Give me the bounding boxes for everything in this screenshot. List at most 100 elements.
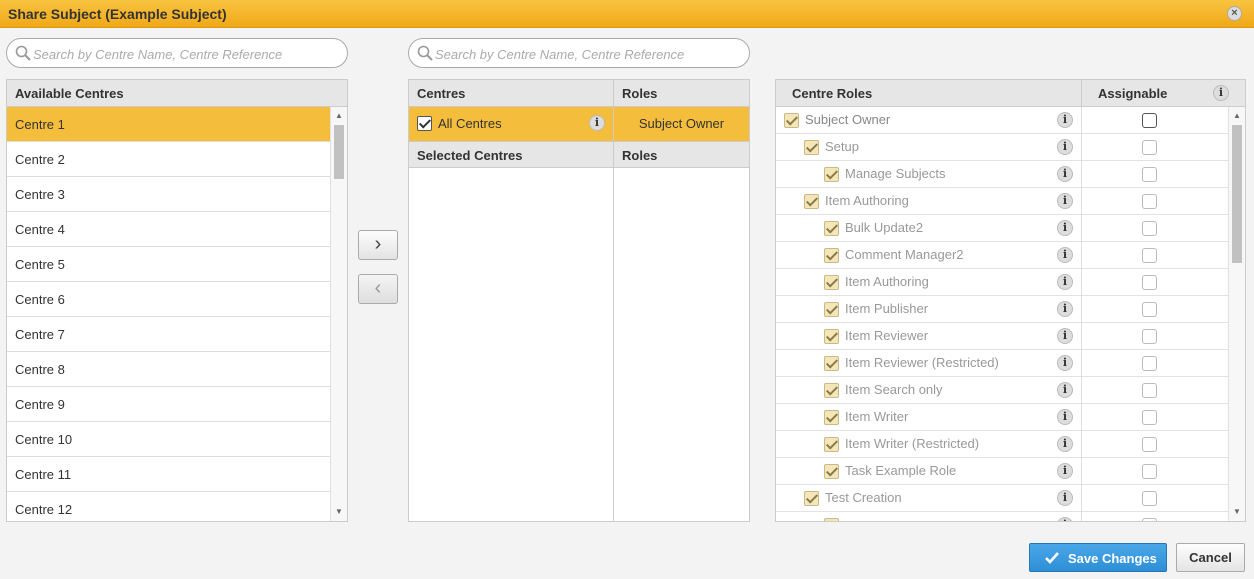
selected-search-box[interactable]	[408, 38, 750, 68]
available-search-input[interactable]	[33, 45, 333, 63]
info-icon[interactable]: i	[1057, 409, 1073, 425]
role-checkbox	[824, 302, 839, 317]
cancel-button[interactable]: Cancel	[1176, 543, 1245, 572]
assignable-checkbox[interactable]	[1142, 275, 1157, 290]
info-icon[interactable]: i	[1057, 112, 1073, 128]
list-item[interactable]: Centre 5	[7, 247, 330, 282]
role-label: Item Reviewer	[845, 328, 929, 343]
assignable-checkbox[interactable]	[1142, 437, 1157, 452]
list-item[interactable]: Centre 6	[7, 282, 330, 317]
selected-centres-header: Selected Centres Roles	[409, 141, 749, 168]
assignable-checkbox[interactable]	[1142, 383, 1157, 398]
roles-column-header: Roles	[622, 86, 658, 101]
available-centres-header: Available Centres	[7, 80, 347, 107]
centres-roles-header: Centres Roles	[409, 80, 749, 107]
role-row: Comment Manager2 i	[776, 242, 1228, 269]
list-item[interactable]: Centre 11	[7, 457, 330, 492]
info-icon[interactable]: i	[1057, 463, 1073, 479]
info-icon[interactable]: i	[1057, 166, 1073, 182]
centre-roles-list: Subject Owner i Setup i Manage Subjects i Item…	[776, 107, 1228, 521]
assignable-checkbox[interactable]	[1142, 518, 1157, 521]
assignable-checkbox[interactable]	[1142, 464, 1157, 479]
role-row: Item Authoring i	[776, 269, 1228, 296]
list-item[interactable]: Centre 3	[7, 177, 330, 212]
assignable-checkbox[interactable]	[1142, 140, 1157, 155]
info-icon[interactable]: i	[1057, 436, 1073, 452]
assignable-checkbox[interactable]	[1142, 410, 1157, 425]
role-row: Item Reviewer i	[776, 323, 1228, 350]
scroll-thumb[interactable]	[1232, 125, 1242, 263]
add-centre-button[interactable]: ›	[358, 230, 398, 260]
role-row: Item Search only i	[776, 377, 1228, 404]
list-item[interactable]: Centre 8	[7, 352, 330, 387]
assignable-checkbox[interactable]	[1142, 329, 1157, 344]
scroll-up-icon[interactable]: ▲	[1229, 109, 1245, 123]
info-icon[interactable]: i	[1057, 301, 1073, 317]
role-label: Item Authoring	[825, 193, 909, 208]
role-row: Item Publisher i	[776, 296, 1228, 323]
assignable-checkbox[interactable]	[1142, 356, 1157, 371]
assignable-checkbox[interactable]	[1142, 491, 1157, 506]
role-label: Task Example Role	[845, 463, 957, 478]
selected-search-input[interactable]	[435, 45, 735, 63]
info-icon[interactable]: i	[1057, 274, 1073, 290]
role-row: Subject Owner i	[776, 107, 1228, 134]
role-row: Test Creation i	[776, 485, 1228, 512]
role-checkbox	[804, 491, 819, 506]
role-checkbox	[824, 464, 839, 479]
assignable-checkbox[interactable]	[1142, 113, 1157, 128]
role-checkbox	[824, 221, 839, 236]
role-label: Subject Owner	[805, 112, 891, 127]
scroll-down-icon[interactable]: ▼	[1229, 505, 1245, 519]
dialog-titlebar: Share Subject (Example Subject) ×	[0, 0, 1254, 28]
info-icon[interactable]: i	[1057, 139, 1073, 155]
info-icon[interactable]: i	[1057, 517, 1073, 521]
assignable-checkbox[interactable]	[1142, 194, 1157, 209]
role-row: Setup i	[776, 134, 1228, 161]
all-centres-role[interactable]: Subject Owner	[614, 107, 749, 141]
scroll-up-icon[interactable]: ▲	[331, 109, 347, 123]
assignable-checkbox[interactable]	[1142, 302, 1157, 317]
info-icon[interactable]: i	[1057, 328, 1073, 344]
role-checkbox	[804, 140, 819, 155]
list-item[interactable]: Centre 10	[7, 422, 330, 457]
available-search-box[interactable]	[6, 38, 348, 68]
close-icon[interactable]: ×	[1227, 6, 1242, 21]
scroll-down-icon[interactable]: ▼	[331, 505, 347, 519]
list-item[interactable]: Centre 4	[7, 212, 330, 247]
list-item[interactable]: Centre 1	[7, 107, 330, 142]
info-icon[interactable]: i	[589, 115, 605, 131]
role-checkbox	[824, 356, 839, 371]
all-centres-row[interactable]: All Centres i Subject Owner	[409, 107, 749, 141]
all-centres-checkbox[interactable]	[417, 116, 432, 131]
assignable-checkbox[interactable]	[1142, 221, 1157, 236]
info-icon[interactable]: i	[1057, 193, 1073, 209]
save-changes-button[interactable]: Save Changes	[1029, 543, 1167, 572]
role-checkbox	[804, 194, 819, 209]
remove-centre-button[interactable]: ‹	[358, 274, 398, 304]
assignable-checkbox[interactable]	[1142, 167, 1157, 182]
role-checkbox	[824, 248, 839, 263]
role-label: Item Writer	[845, 409, 909, 424]
info-icon[interactable]: i	[1057, 355, 1073, 371]
role-checkbox	[824, 437, 839, 452]
info-icon[interactable]: i	[1057, 382, 1073, 398]
list-item[interactable]: Centre 7	[7, 317, 330, 352]
info-icon[interactable]: i	[1057, 247, 1073, 263]
available-scrollbar[interactable]: ▲ ▼	[330, 107, 347, 521]
info-icon[interactable]: i	[1213, 85, 1229, 101]
centre-roles-header: Centre Roles Assignable i	[776, 80, 1245, 107]
role-row: Item Reviewer (Restricted) i	[776, 350, 1228, 377]
scroll-thumb[interactable]	[334, 125, 344, 179]
dialog-title: Share Subject (Example Subject)	[8, 6, 227, 22]
list-item[interactable]: Centre 9	[7, 387, 330, 422]
role-checkbox	[824, 383, 839, 398]
info-icon[interactable]: i	[1057, 490, 1073, 506]
roles-scrollbar[interactable]: ▲ ▼	[1228, 107, 1245, 521]
assignable-checkbox[interactable]	[1142, 248, 1157, 263]
role-row: Item Authoring i	[776, 188, 1228, 215]
list-item[interactable]: Centre 2	[7, 142, 330, 177]
info-icon[interactable]: i	[1057, 220, 1073, 236]
role-label: Setup	[825, 139, 859, 154]
list-item[interactable]: Centre 12	[7, 492, 330, 521]
